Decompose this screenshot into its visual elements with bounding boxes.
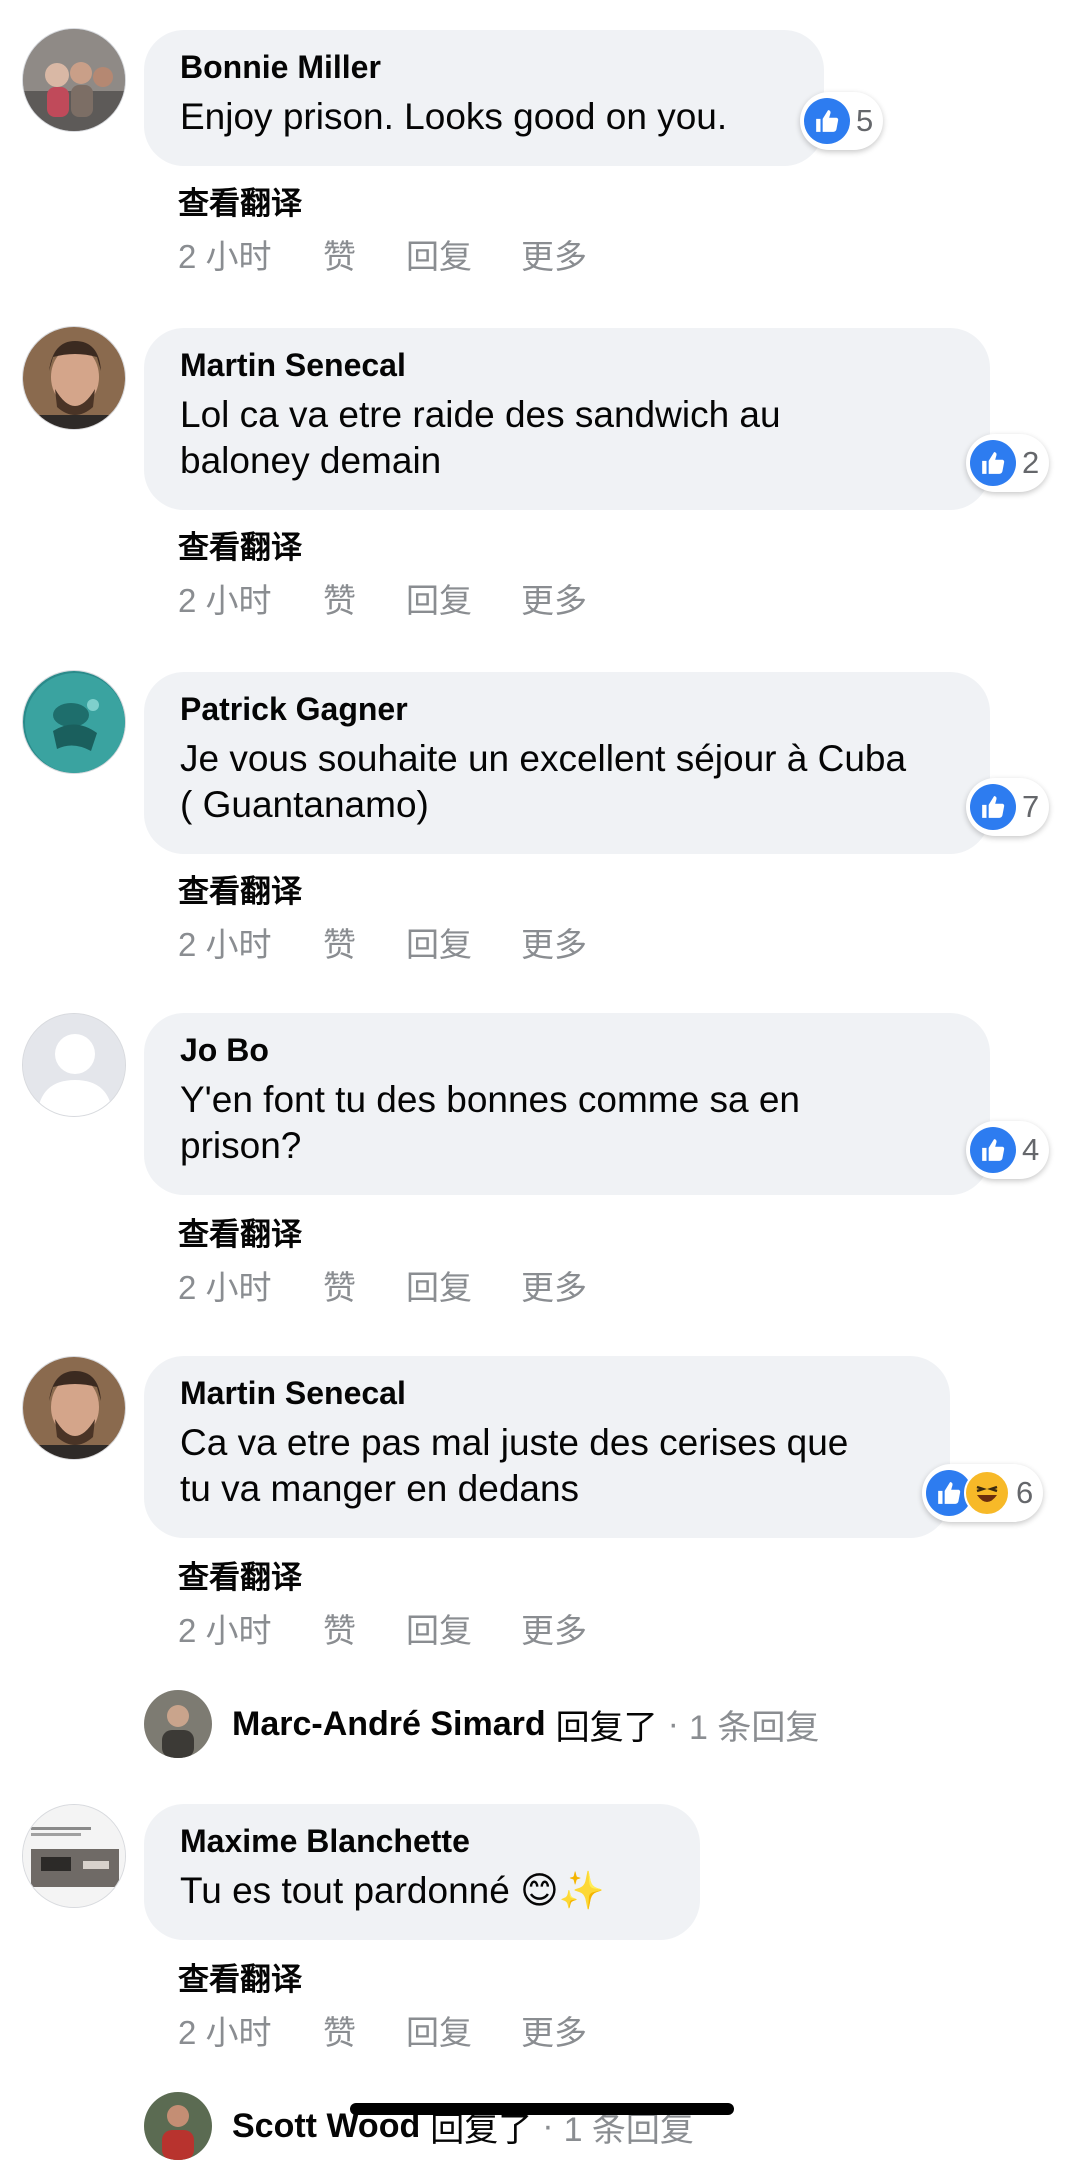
comment-text: Lol ca va etre raide des sandwich au bal… [180,394,781,481]
comment-bubble[interactable]: Bonnie Miller Enjoy prison. Looks good o… [144,30,824,166]
avatar[interactable] [22,1013,126,1117]
comment-text: Je vous souhaite un excellent séjour à C… [180,738,907,825]
see-translation-link[interactable]: 查看翻译 [178,178,302,223]
reply-thread-link[interactable]: Scott Wood 回复了 · 1 条回复 [144,2090,694,2162]
comment-text: Tu es tout pardonné 😊✨ [180,1870,605,1911]
reply-author[interactable]: Marc-André Simard [232,1705,546,1744]
reply-count[interactable]: 1 条回复 [689,1700,819,1749]
more-button[interactable]: 更多 [521,574,587,622]
reaction-count: 4 [1022,1132,1040,1167]
comment-text: Ca va etre pas mal juste des cerises que… [180,1422,849,1509]
comment-bubble[interactable]: Patrick Gagner Je vous souhaite un excel… [144,672,990,854]
see-translation-link[interactable]: 查看翻译 [178,1954,302,1999]
more-button[interactable]: 更多 [521,918,587,966]
comment-text: Y'en font tu des bonnes comme sa en pris… [180,1079,801,1166]
comment-author[interactable]: Martin Senecal [180,346,954,384]
like-reaction-icon [970,1127,1016,1173]
reaction-count: 5 [856,103,874,138]
reaction-summary[interactable]: 6 [922,1464,1044,1522]
see-translation-link[interactable]: 查看翻译 [178,522,302,567]
avatar[interactable] [22,1804,126,1908]
see-translation-link[interactable]: 查看翻译 [178,1552,302,1597]
comment-actions: 2 小时 赞 回复 更多 [178,1261,587,1309]
comment-author[interactable]: Jo Bo [180,1031,954,1069]
reply-button[interactable]: 回复 [406,574,521,622]
like-reaction-icon [970,784,1016,830]
reply-verb: 回复了 [555,1708,658,1747]
avatar-photo [144,1690,212,1758]
avatar[interactable] [22,28,126,132]
reply-button[interactable]: 回复 [406,2006,521,2054]
avatar[interactable] [144,2092,212,2160]
like-button[interactable]: 赞 [323,2006,406,2054]
comment-bubble[interactable]: Maxime Blanchette Tu es tout pardonné 😊✨ [144,1804,700,1940]
avatar-photo [23,671,125,773]
comment-actions: 2 小时 赞 回复 更多 [178,230,587,278]
default-avatar-icon [23,1014,125,1116]
avatar-photo [23,29,125,131]
more-button[interactable]: 更多 [521,2006,587,2054]
reaction-summary[interactable]: 2 [966,434,1050,492]
comment-author[interactable]: Patrick Gagner [180,690,954,728]
comment-actions: 2 小时 赞 回复 更多 [178,918,587,966]
haha-reaction-icon [964,1470,1010,1516]
reaction-count: 2 [1022,445,1040,480]
like-button[interactable]: 赞 [323,574,406,622]
see-translation-link[interactable]: 查看翻译 [178,1209,302,1254]
comment-time: 2 小时 [178,2014,272,2051]
comment-time: 2 小时 [178,1612,272,1649]
comment-author[interactable]: Maxime Blanchette [180,1822,664,1860]
reaction-count: 6 [1016,1475,1034,1510]
comment-author[interactable]: Bonnie Miller [180,48,788,86]
reply-button[interactable]: 回复 [406,1604,521,1652]
comment-time: 2 小时 [178,1269,272,1306]
comment-text: Enjoy prison. Looks good on you. [180,96,728,137]
reaction-summary[interactable]: 5 [800,92,884,150]
avatar[interactable] [22,670,126,774]
reaction-summary[interactable]: 7 [966,778,1050,836]
like-button[interactable]: 赞 [323,1261,406,1309]
comment-actions: 2 小时 赞 回复 更多 [178,574,587,622]
comment-actions: 2 小时 赞 回复 更多 [178,1604,587,1652]
comment-time: 2 小时 [178,926,272,963]
comment-author[interactable]: Martin Senecal [180,1374,914,1412]
separator-dot: · [667,1704,679,1743]
like-button[interactable]: 赞 [323,230,406,278]
avatar-photo [144,2092,212,2160]
reply-button[interactable]: 回复 [406,918,521,966]
see-translation-link[interactable]: 查看翻译 [178,866,302,911]
home-indicator[interactable] [350,2103,734,2115]
more-button[interactable]: 更多 [521,1261,587,1309]
reply-button[interactable]: 回复 [406,1261,521,1309]
comment-bubble[interactable]: Martin Senecal Ca va etre pas mal juste … [144,1356,950,1538]
comment-time: 2 小时 [178,238,272,275]
reply-button[interactable]: 回复 [406,230,521,278]
like-button[interactable]: 赞 [323,1604,406,1652]
like-reaction-icon [804,98,850,144]
more-button[interactable]: 更多 [521,1604,587,1652]
reaction-summary[interactable]: 4 [966,1121,1050,1179]
avatar-photo [23,1805,125,1907]
comment-bubble[interactable]: Jo Bo Y'en font tu des bonnes comme sa e… [144,1013,990,1195]
like-button[interactable]: 赞 [323,918,406,966]
comment-actions: 2 小时 赞 回复 更多 [178,2006,587,2054]
reaction-count: 7 [1022,789,1040,824]
avatar[interactable] [22,1356,126,1460]
avatar-photo [23,1357,125,1459]
avatar[interactable] [144,1690,212,1758]
avatar-photo [23,327,125,429]
comment-time: 2 小时 [178,582,272,619]
avatar[interactable] [22,326,126,430]
comment-bubble[interactable]: Martin Senecal Lol ca va etre raide des … [144,328,990,510]
more-button[interactable]: 更多 [521,230,587,278]
like-reaction-icon [970,440,1016,486]
reply-thread-link[interactable]: Marc-André Simard 回复了 · 1 条回复 [144,1688,819,1760]
